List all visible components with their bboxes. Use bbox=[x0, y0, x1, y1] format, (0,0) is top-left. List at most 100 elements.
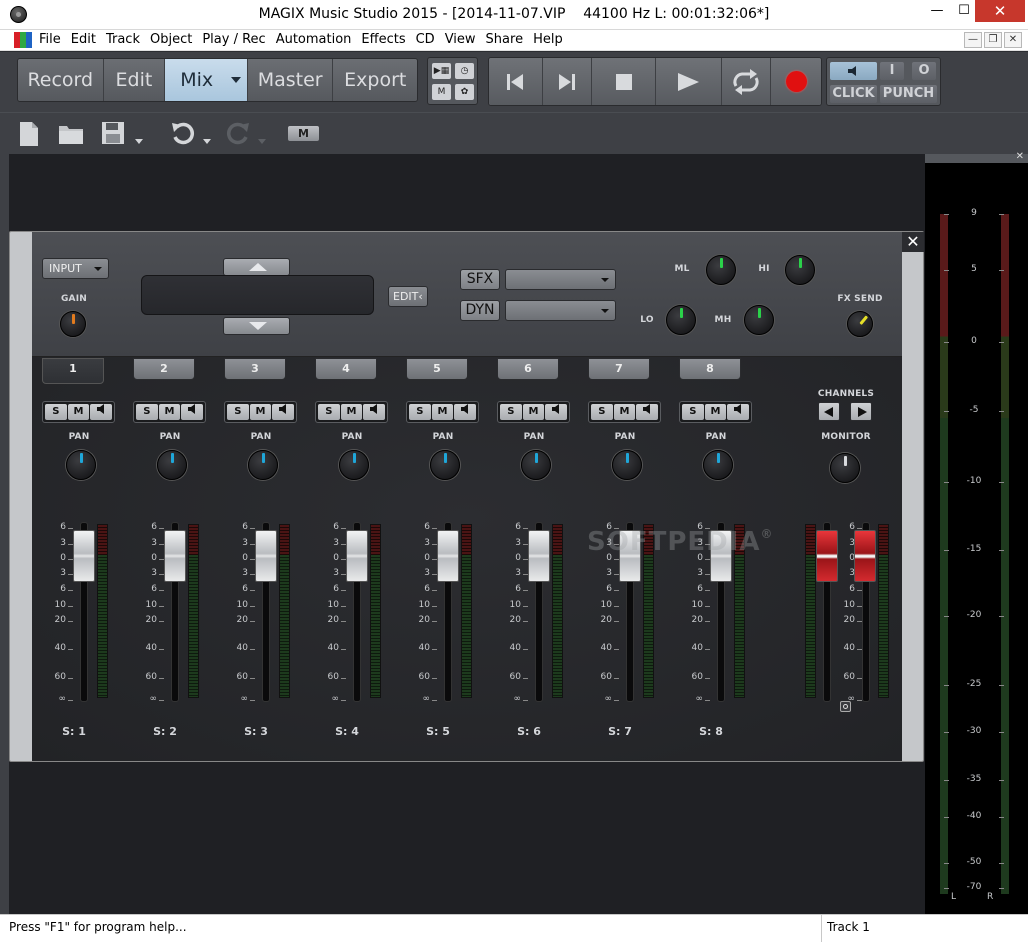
volume-fader[interactable] bbox=[346, 530, 368, 582]
menu-item-file[interactable]: File bbox=[37, 32, 67, 47]
speaker-button[interactable] bbox=[363, 404, 386, 420]
solo-button[interactable]: S bbox=[227, 404, 249, 420]
solo-button[interactable]: S bbox=[500, 404, 522, 420]
sfx-button[interactable]: SFX bbox=[460, 269, 500, 290]
input-dropdown[interactable]: INPUT bbox=[42, 258, 109, 279]
speaker-button[interactable] bbox=[636, 404, 659, 420]
solo-button[interactable]: S bbox=[682, 404, 704, 420]
undo-icon[interactable] bbox=[170, 121, 196, 147]
chevron-down-icon[interactable] bbox=[258, 139, 266, 145]
arranger-view-icon[interactable]: ▶▦ bbox=[432, 63, 451, 79]
eq-lo-knob[interactable] bbox=[666, 305, 696, 335]
menu-item-view[interactable]: View bbox=[443, 32, 482, 47]
mute-button[interactable]: M bbox=[158, 404, 181, 420]
master-fader-right[interactable] bbox=[854, 530, 876, 582]
menu-item-effects[interactable]: Effects bbox=[359, 32, 411, 47]
menu-item-cd[interactable]: CD bbox=[414, 32, 441, 47]
tab-mix[interactable]: Mix bbox=[165, 59, 248, 101]
master-meter-close-button[interactable]: ✕ bbox=[1016, 151, 1024, 162]
mdi-minimize-button[interactable]: — bbox=[964, 32, 982, 48]
mixer-close-button[interactable]: ✕ bbox=[902, 232, 924, 252]
solo-button[interactable]: S bbox=[318, 404, 340, 420]
menu-item-object[interactable]: Object bbox=[148, 32, 198, 47]
pan-knob[interactable] bbox=[248, 450, 278, 480]
channel-tab-8[interactable]: 8 bbox=[679, 358, 741, 380]
menu-item-edit[interactable]: Edit bbox=[69, 32, 102, 47]
volume-fader[interactable] bbox=[528, 530, 550, 582]
volume-fader[interactable] bbox=[164, 530, 186, 582]
play-button[interactable] bbox=[655, 58, 722, 105]
speaker-button[interactable] bbox=[272, 404, 295, 420]
pan-knob[interactable] bbox=[157, 450, 187, 480]
mdi-restore-button[interactable]: ❐ bbox=[984, 32, 1002, 48]
channel-tab-6[interactable]: 6 bbox=[497, 358, 559, 380]
marker-button[interactable]: M bbox=[288, 126, 319, 141]
channel-tab-3[interactable]: 3 bbox=[224, 358, 286, 380]
speaker-button[interactable] bbox=[454, 404, 477, 420]
go-to-end-button[interactable] bbox=[542, 58, 593, 105]
pan-knob[interactable] bbox=[612, 450, 642, 480]
mute-button[interactable]: M bbox=[522, 404, 545, 420]
chevron-down-icon[interactable] bbox=[135, 139, 143, 145]
volume-fader[interactable] bbox=[255, 530, 277, 582]
speaker-button[interactable] bbox=[545, 404, 568, 420]
dyn-button[interactable]: DYN bbox=[460, 300, 500, 321]
link-faders-toggle[interactable] bbox=[840, 701, 851, 712]
eq-mh-knob[interactable] bbox=[744, 305, 774, 335]
channel-tab-2[interactable]: 2 bbox=[133, 358, 195, 380]
palette-icon[interactable]: ✿ bbox=[455, 84, 474, 100]
click-button[interactable]: CLICK bbox=[830, 85, 877, 103]
mute-button[interactable]: M bbox=[249, 404, 272, 420]
punch-in-button[interactable]: I bbox=[880, 62, 904, 80]
loop-button[interactable] bbox=[721, 58, 772, 105]
channel-tab-7[interactable]: 7 bbox=[588, 358, 650, 380]
menu-item-automation[interactable]: Automation bbox=[274, 32, 358, 47]
menu-item-play-rec[interactable]: Play / Rec bbox=[200, 32, 271, 47]
go-to-start-button[interactable] bbox=[489, 58, 543, 105]
preset-down-button[interactable] bbox=[223, 317, 290, 335]
solo-button[interactable]: S bbox=[136, 404, 158, 420]
sfx-dropdown[interactable] bbox=[505, 269, 616, 290]
open-folder-icon[interactable] bbox=[58, 121, 84, 145]
tab-master[interactable]: Master bbox=[247, 59, 334, 101]
solo-button[interactable]: S bbox=[409, 404, 431, 420]
mdi-close-button[interactable]: ✕ bbox=[1004, 32, 1022, 48]
tab-edit[interactable]: Edit bbox=[103, 59, 166, 101]
channel-tab-1[interactable]: 1 bbox=[42, 358, 104, 384]
gain-knob[interactable] bbox=[60, 311, 86, 337]
punch-out-button[interactable]: O bbox=[912, 62, 936, 80]
eq-hi-knob[interactable] bbox=[785, 255, 815, 285]
mute-button[interactable]: M bbox=[431, 404, 454, 420]
dyn-dropdown[interactable] bbox=[505, 300, 616, 321]
menu-item-help[interactable]: Help bbox=[531, 32, 569, 47]
monitor-knob[interactable] bbox=[830, 453, 860, 483]
mute-button[interactable]: M bbox=[704, 404, 727, 420]
redo-icon[interactable] bbox=[225, 121, 251, 147]
tab-export[interactable]: Export bbox=[333, 59, 417, 101]
stop-button[interactable] bbox=[592, 58, 656, 105]
preset-up-button[interactable] bbox=[223, 258, 290, 276]
pan-knob[interactable] bbox=[521, 450, 551, 480]
volume-fader[interactable] bbox=[437, 530, 459, 582]
volume-fader[interactable] bbox=[73, 530, 95, 582]
pan-knob[interactable] bbox=[703, 450, 733, 480]
mute-button[interactable]: M bbox=[613, 404, 636, 420]
chevron-down-icon[interactable] bbox=[230, 77, 241, 83]
pan-knob[interactable] bbox=[66, 450, 96, 480]
solo-button[interactable]: S bbox=[45, 404, 67, 420]
close-button[interactable]: ✕ bbox=[975, 0, 1025, 22]
pan-knob[interactable] bbox=[430, 450, 460, 480]
channels-next-button[interactable] bbox=[850, 402, 872, 421]
speaker-button[interactable] bbox=[727, 404, 750, 420]
solo-button[interactable]: S bbox=[591, 404, 613, 420]
channel-tab-4[interactable]: 4 bbox=[315, 358, 377, 380]
chevron-down-icon[interactable] bbox=[203, 139, 211, 145]
mixer-view-icon[interactable]: M bbox=[432, 84, 451, 100]
pan-knob[interactable] bbox=[339, 450, 369, 480]
eq-ml-knob[interactable] bbox=[706, 255, 736, 285]
channel-tab-5[interactable]: 5 bbox=[406, 358, 468, 380]
punch-button[interactable]: PUNCH bbox=[880, 85, 937, 103]
record-button[interactable] bbox=[771, 58, 821, 105]
speaker-button[interactable] bbox=[90, 404, 113, 420]
new-file-icon[interactable] bbox=[18, 121, 40, 147]
